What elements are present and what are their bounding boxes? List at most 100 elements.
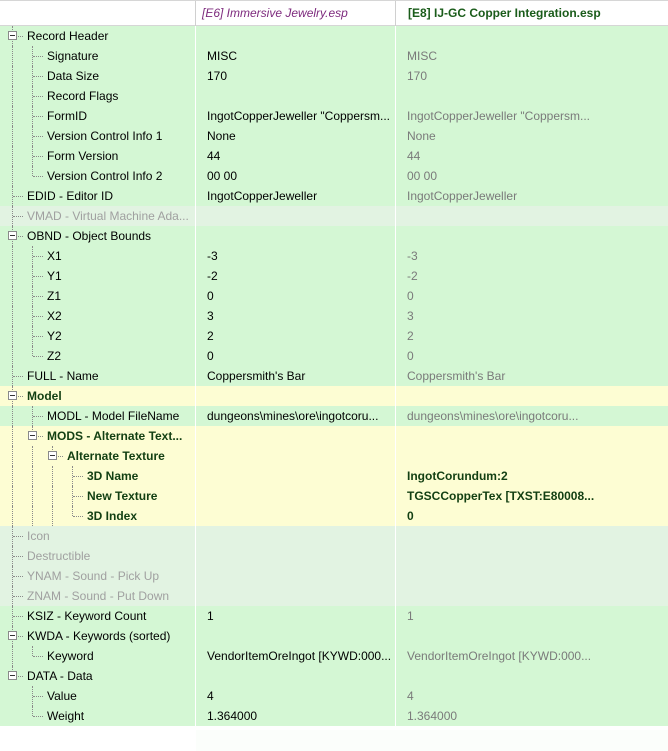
row-value-immersive-jewelry[interactable]: 0: [196, 286, 396, 306]
row-value-immersive-jewelry[interactable]: IngotCopperJeweller "Coppersm...: [196, 106, 396, 126]
row-value-copper-integration[interactable]: dungeons\mines\ore\ingotcoru...: [396, 406, 668, 426]
tree-row[interactable]: Y2 2 2: [0, 326, 668, 346]
row-value-copper-integration[interactable]: [396, 86, 668, 106]
tree-row[interactable]: Destructible: [0, 546, 668, 566]
row-value-immersive-jewelry[interactable]: [196, 546, 396, 566]
row-value-copper-integration[interactable]: [396, 566, 668, 586]
row-label-cell[interactable]: Form Version: [0, 146, 196, 166]
row-value-copper-integration[interactable]: VendorItemOreIngot [KYWD:000...: [396, 646, 668, 666]
row-label-cell[interactable]: KSIZ - Keyword Count: [0, 606, 196, 626]
row-value-immersive-jewelry[interactable]: VendorItemOreIngot [KYWD:000...: [196, 646, 396, 666]
row-value-immersive-jewelry[interactable]: [196, 566, 396, 586]
row-label-cell[interactable]: KWDA - Keywords (sorted): [0, 626, 196, 646]
header-col-plugin-immersive-jewelry[interactable]: [E6] Immersive Jewelry.esp: [196, 1, 396, 27]
tree-row[interactable]: EDID - Editor ID IngotCopperJeweller Ingot…: [0, 186, 668, 206]
tree-row[interactable]: Keyword VendorItemOreIngot [KYWD:000... Ve…: [0, 646, 668, 666]
row-value-copper-integration[interactable]: 0: [396, 286, 668, 306]
row-value-copper-integration[interactable]: 1.364000: [396, 706, 668, 726]
row-value-immersive-jewelry[interactable]: 1.364000: [196, 706, 396, 726]
row-value-copper-integration[interactable]: 170: [396, 66, 668, 86]
row-label-cell[interactable]: Value: [0, 686, 196, 706]
tree-row[interactable]: 3D Index 0: [0, 506, 668, 526]
row-value-copper-integration[interactable]: [396, 226, 668, 246]
collapse-toggle-icon[interactable]: [28, 431, 37, 440]
row-label-cell[interactable]: New Texture: [0, 486, 196, 506]
tree-row[interactable]: Z2 0 0: [0, 346, 668, 366]
collapse-toggle-icon[interactable]: [48, 451, 57, 460]
row-label-cell[interactable]: MODS - Alternate Text...: [0, 426, 196, 446]
row-label-cell[interactable]: Signature: [0, 46, 196, 66]
row-label-cell[interactable]: VMAD - Virtual Machine Ada...: [0, 206, 196, 226]
row-value-copper-integration[interactable]: [396, 546, 668, 566]
tree-row[interactable]: Signature MISC MISC: [0, 46, 668, 66]
row-value-copper-integration[interactable]: [396, 206, 668, 226]
row-label-cell[interactable]: X1: [0, 246, 196, 266]
row-value-copper-integration[interactable]: [396, 526, 668, 546]
tree-row[interactable]: Icon: [0, 526, 668, 546]
row-value-immersive-jewelry[interactable]: 4: [196, 686, 396, 706]
row-value-immersive-jewelry[interactable]: 3: [196, 306, 396, 326]
tree-row[interactable]: Version Control Info 1 None None: [0, 126, 668, 146]
collapse-toggle-icon[interactable]: [8, 391, 17, 400]
row-label-cell[interactable]: Y1: [0, 266, 196, 286]
row-value-immersive-jewelry[interactable]: [196, 426, 396, 446]
row-label-cell[interactable]: Icon: [0, 526, 196, 546]
tree-row[interactable]: KSIZ - Keyword Count 1 1: [0, 606, 668, 626]
row-value-copper-integration[interactable]: [396, 26, 668, 46]
row-label-cell[interactable]: Weight: [0, 706, 196, 726]
row-value-copper-integration[interactable]: 44: [396, 146, 668, 166]
row-label-cell[interactable]: Record Header: [0, 26, 196, 46]
row-value-immersive-jewelry[interactable]: [196, 506, 396, 526]
tree-row[interactable]: MODS - Alternate Text...: [0, 426, 668, 446]
row-label-cell[interactable]: Data Size: [0, 66, 196, 86]
tree-row[interactable]: X1 -3 -3: [0, 246, 668, 266]
row-value-immersive-jewelry[interactable]: [196, 626, 396, 646]
row-value-copper-integration[interactable]: 4: [396, 686, 668, 706]
row-label-cell[interactable]: EDID - Editor ID: [0, 186, 196, 206]
row-value-copper-integration[interactable]: 00 00: [396, 166, 668, 186]
row-label-cell[interactable]: ZNAM - Sound - Put Down: [0, 586, 196, 606]
row-value-copper-integration[interactable]: TGSCCopperTex [TXST:E80008...: [396, 486, 668, 506]
row-value-immersive-jewelry[interactable]: 0: [196, 346, 396, 366]
row-label-cell[interactable]: FormID: [0, 106, 196, 126]
row-value-copper-integration[interactable]: 1: [396, 606, 668, 626]
row-label-cell[interactable]: DATA - Data: [0, 666, 196, 686]
row-value-copper-integration[interactable]: [396, 426, 668, 446]
row-value-copper-integration[interactable]: 2: [396, 326, 668, 346]
tree-row[interactable]: FULL - Name Coppersmith's Bar Coppersmith'…: [0, 366, 668, 386]
row-value-immersive-jewelry[interactable]: [196, 466, 396, 486]
tree-row[interactable]: DATA - Data: [0, 666, 668, 686]
tree-row[interactable]: Record Flags: [0, 86, 668, 106]
row-value-immersive-jewelry[interactable]: [196, 446, 396, 466]
tree-row[interactable]: Value 4 4: [0, 686, 668, 706]
row-value-copper-integration[interactable]: MISC: [396, 46, 668, 66]
collapse-toggle-icon[interactable]: [8, 671, 17, 680]
tree-row[interactable]: Y1 -2 -2: [0, 266, 668, 286]
row-value-immersive-jewelry[interactable]: 44: [196, 146, 396, 166]
tree-row[interactable]: Weight 1.364000 1.364000: [0, 706, 668, 726]
row-value-immersive-jewelry[interactable]: MISC: [196, 46, 396, 66]
row-label-cell[interactable]: Version Control Info 1: [0, 126, 196, 146]
tree-row[interactable]: YNAM - Sound - Pick Up: [0, 566, 668, 586]
row-value-copper-integration[interactable]: -2: [396, 266, 668, 286]
header-col-plugin-copper-integration[interactable]: [E8] IJ-GC Copper Integration.esp: [396, 1, 668, 27]
row-label-cell[interactable]: MODL - Model FileName: [0, 406, 196, 426]
tree-row[interactable]: 3D Name IngotCorundum:2: [0, 466, 668, 486]
row-value-immersive-jewelry[interactable]: [196, 86, 396, 106]
row-value-immersive-jewelry[interactable]: [196, 386, 396, 406]
row-value-immersive-jewelry[interactable]: dungeons\mines\ore\ingotcoru...: [196, 406, 396, 426]
row-label-cell[interactable]: Y2: [0, 326, 196, 346]
row-value-copper-integration[interactable]: IngotCorundum:2: [396, 466, 668, 486]
row-label-cell[interactable]: Z2: [0, 346, 196, 366]
row-label-cell[interactable]: 3D Index: [0, 506, 196, 526]
row-value-immersive-jewelry[interactable]: [196, 26, 396, 46]
row-value-immersive-jewelry[interactable]: [196, 226, 396, 246]
row-label-cell[interactable]: Version Control Info 2: [0, 166, 196, 186]
row-value-copper-integration[interactable]: [396, 386, 668, 406]
tree-row[interactable]: Form Version 44 44: [0, 146, 668, 166]
row-value-copper-integration[interactable]: IngotCopperJeweller: [396, 186, 668, 206]
row-value-immersive-jewelry[interactable]: -3: [196, 246, 396, 266]
row-label-cell[interactable]: Destructible: [0, 546, 196, 566]
tree-row[interactable]: Version Control Info 2 00 00 00 00: [0, 166, 668, 186]
collapse-toggle-icon[interactable]: [8, 31, 17, 40]
